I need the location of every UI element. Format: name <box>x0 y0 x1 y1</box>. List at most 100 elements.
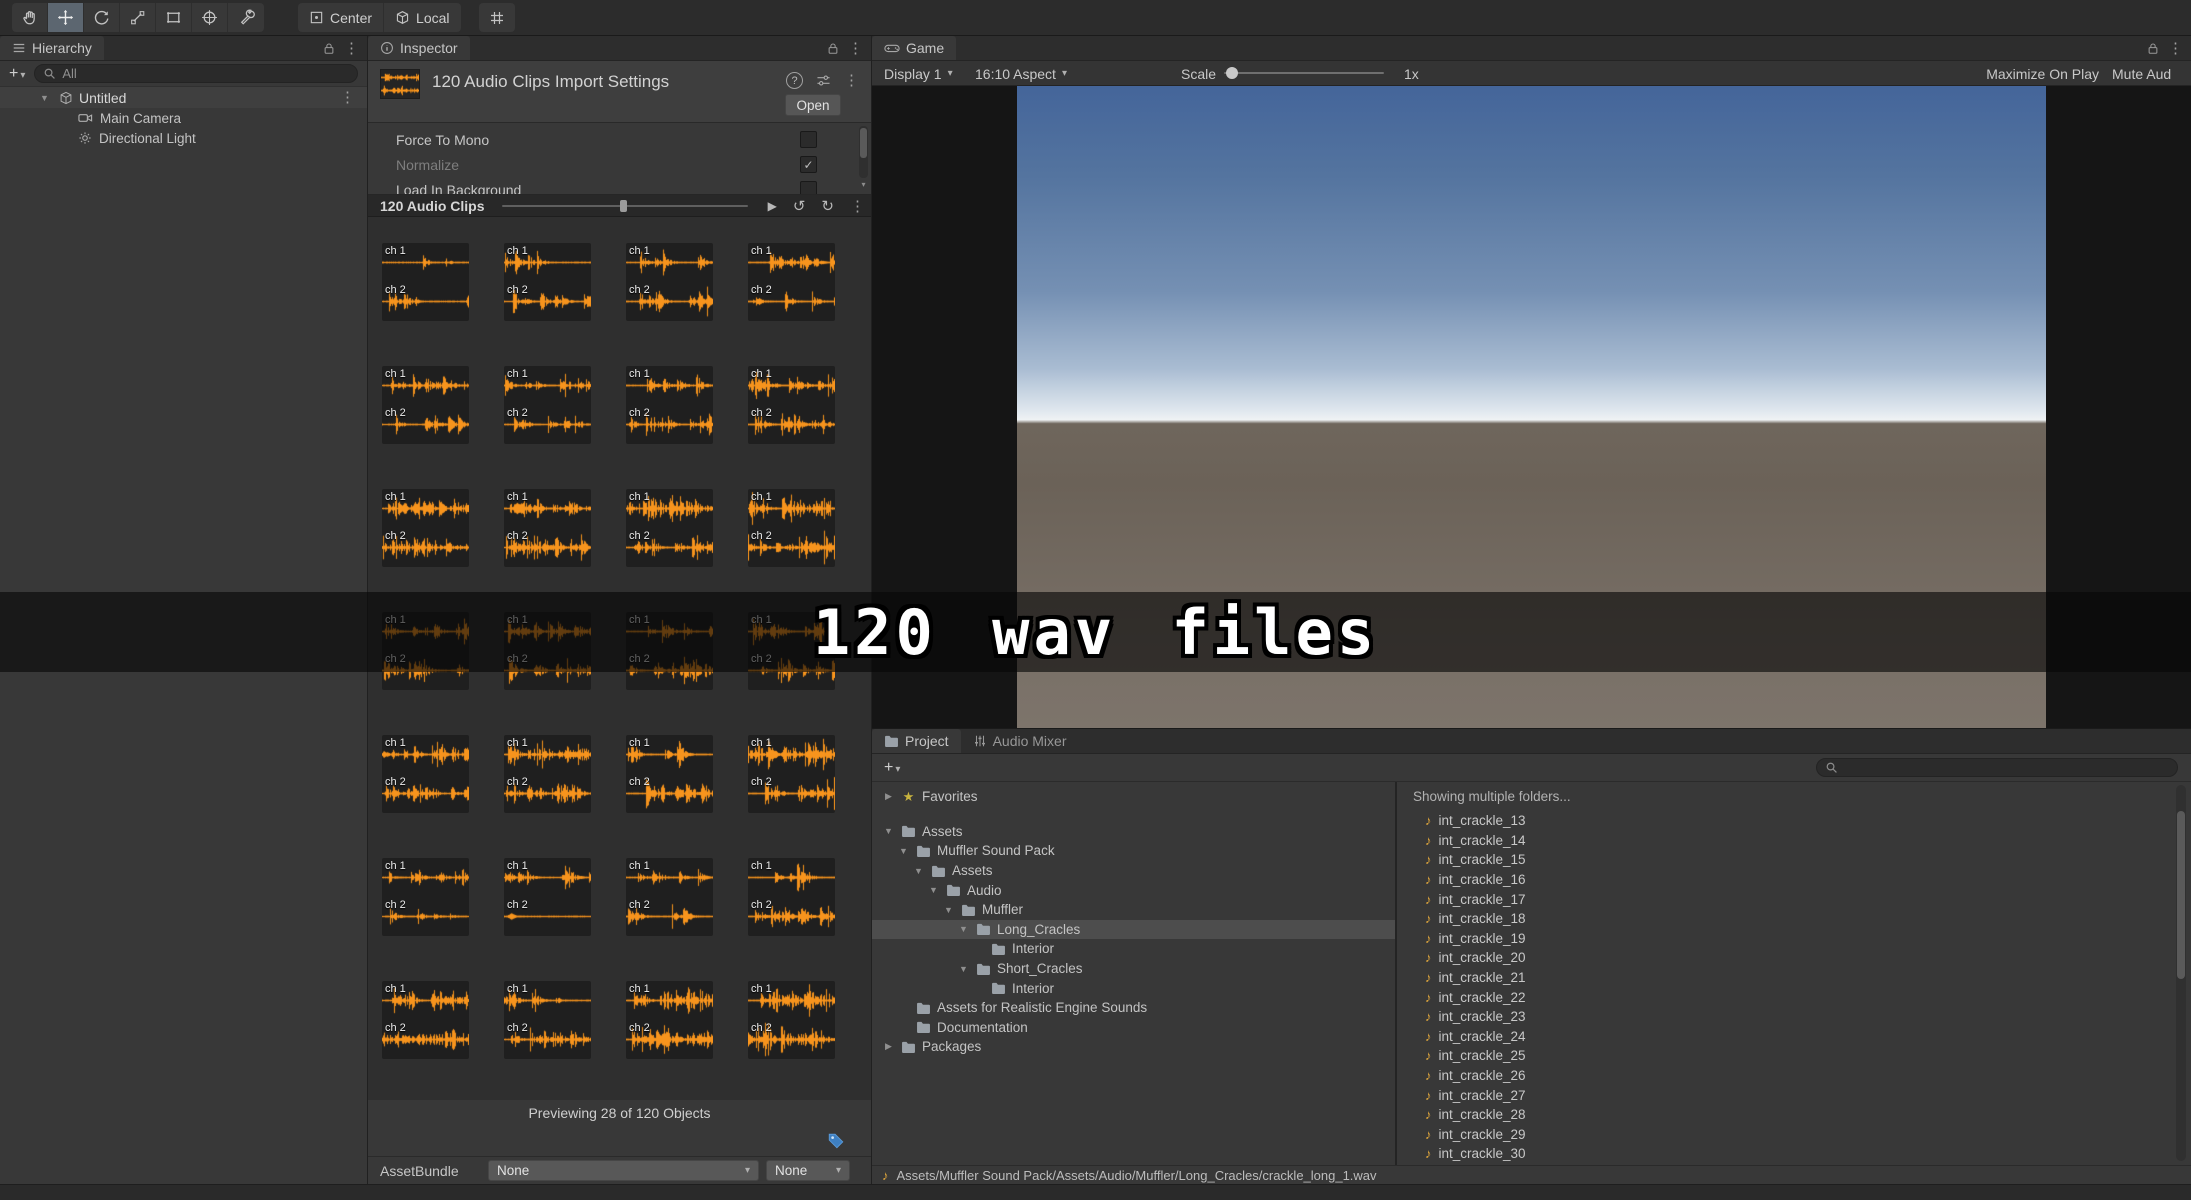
label-tag-icon[interactable] <box>827 1132 845 1150</box>
load-in-background-checkbox[interactable] <box>800 181 817 194</box>
file-item[interactable]: ♪ int_crackle_28 <box>1397 1105 2167 1125</box>
grid-snap-button[interactable] <box>478 3 515 32</box>
mute-audio-toggle[interactable]: Mute Audio <box>2112 61 2172 86</box>
project-tree-item[interactable]: ▼ Short_Cracles <box>872 959 1395 979</box>
play-icon[interactable]: ▶ <box>768 199 777 213</box>
file-list-scrollbar[interactable] <box>2176 785 2186 1161</box>
scale-slider[interactable] <box>1224 67 1384 79</box>
display-dropdown[interactable]: Display 1 ▾ <box>884 61 953 86</box>
rect-tool-button[interactable] <box>156 3 192 32</box>
project-tree-item[interactable]: ▶ ★ Favorites <box>872 787 1395 807</box>
file-item[interactable]: ♪ int_crackle_22 <box>1397 987 2167 1007</box>
orientation-button[interactable]: Local <box>384 3 460 32</box>
file-item[interactable]: ♪ int_crackle_20 <box>1397 948 2167 968</box>
audio-clip-preview[interactable]: ch 1 ch 2 <box>504 489 591 567</box>
file-item[interactable]: ♪ int_crackle_24 <box>1397 1027 2167 1047</box>
foldout-collapsed-icon[interactable]: ▶ <box>882 791 895 802</box>
file-item[interactable]: ♪ int_crackle_16 <box>1397 870 2167 890</box>
project-tree-item[interactable]: ▼ Assets <box>872 861 1395 881</box>
preview-menu-icon[interactable]: ⋮ <box>850 199 865 214</box>
project-tree-item[interactable]: Interior <box>872 978 1395 998</box>
project-tree-item[interactable]: ▼ Assets <box>872 822 1395 842</box>
audio-clip-preview[interactable]: ch 1 ch 2 <box>748 858 835 936</box>
audio-clip-preview[interactable]: ch 1 ch 2 <box>504 858 591 936</box>
refresh-icon[interactable]: ↻ <box>821 197 834 215</box>
hierarchy-search-input[interactable]: All <box>34 64 358 83</box>
audio-clip-preview[interactable]: ch 1 ch 2 <box>382 243 469 321</box>
audio-clip-preview[interactable]: ch 1 ch 2 <box>504 981 591 1059</box>
project-tree-item[interactable]: ▼ Muffler Sound Pack <box>872 841 1395 861</box>
loop-icon[interactable]: ↺ <box>793 197 806 215</box>
audio-clip-preview[interactable]: ch 1 ch 2 <box>626 489 713 567</box>
scene-row-untitled[interactable]: ▼ Untitled ⋮ <box>0 87 367 108</box>
create-object-button[interactable]: + ▾ <box>9 65 25 82</box>
file-item[interactable]: ♪ int_crackle_29 <box>1397 1125 2167 1145</box>
project-tree-item[interactable]: Assets for Realistic Engine Sounds <box>872 998 1395 1018</box>
audio-clip-preview[interactable]: ch 1 ch 2 <box>626 981 713 1059</box>
presets-icon[interactable] <box>816 74 831 87</box>
audio-clip-preview[interactable]: ch 1 ch 2 <box>626 243 713 321</box>
file-item[interactable]: ♪ int_crackle_19 <box>1397 929 2167 949</box>
lock-icon[interactable] <box>827 42 839 55</box>
custom-tool-button[interactable] <box>228 3 264 32</box>
audio-clip-preview[interactable]: ch 1 ch 2 <box>504 366 591 444</box>
help-icon[interactable]: ? <box>786 72 803 89</box>
pivot-mode-button[interactable]: Center <box>298 3 385 32</box>
audio-clip-preview[interactable]: ch 1 ch 2 <box>626 366 713 444</box>
project-search-input[interactable] <box>1816 758 2178 777</box>
transform-tool-button[interactable] <box>192 3 228 32</box>
foldout-collapsed-icon[interactable]: ▶ <box>882 1041 895 1052</box>
header-menu-icon[interactable]: ⋮ <box>844 73 859 88</box>
file-item[interactable]: ♪ int_crackle_27 <box>1397 1085 2167 1105</box>
audio-clip-preview[interactable]: ch 1 ch 2 <box>382 858 469 936</box>
project-tree-item[interactable]: ▶ Packages <box>872 1037 1395 1057</box>
audio-clip-preview[interactable]: ch 1 ch 2 <box>748 489 835 567</box>
audio-clip-preview[interactable]: ch 1 ch 2 <box>504 243 591 321</box>
scale-tool-button[interactable] <box>120 3 156 32</box>
move-tool-button[interactable] <box>48 3 84 32</box>
file-item[interactable]: ♪ int_crackle_13 <box>1397 811 2167 831</box>
file-item[interactable]: ♪ int_crackle_15 <box>1397 850 2167 870</box>
panel-menu-icon[interactable]: ⋮ <box>848 41 863 56</box>
audio-clip-preview[interactable]: ch 1 ch 2 <box>748 243 835 321</box>
panel-menu-icon[interactable]: ⋮ <box>344 41 359 56</box>
file-item[interactable]: ♪ int_crackle_18 <box>1397 909 2167 929</box>
hand-tool-button[interactable] <box>12 3 48 32</box>
panel-menu-icon[interactable]: ⋮ <box>2168 41 2183 56</box>
foldout-expanded-icon[interactable]: ▼ <box>957 964 970 974</box>
rotate-tool-button[interactable] <box>84 3 120 32</box>
file-item[interactable]: ♪ int_crackle_30 <box>1397 1144 2167 1164</box>
file-item[interactable]: ♪ int_crackle_14 <box>1397 831 2167 851</box>
project-tree-item[interactable]: Interior <box>872 939 1395 959</box>
lock-icon[interactable] <box>2147 42 2159 55</box>
scene-menu-icon[interactable]: ⋮ <box>340 90 355 105</box>
project-tree-item[interactable]: ▼ Long_Cracles <box>872 919 1395 940</box>
create-asset-button[interactable]: + ▾ <box>884 760 900 776</box>
foldout-expanded-icon[interactable]: ▼ <box>957 924 970 934</box>
tab-project[interactable]: Project <box>872 729 961 753</box>
scroll-down-icon[interactable]: ▾ <box>859 180 868 189</box>
open-button[interactable]: Open <box>785 94 841 116</box>
project-tree-item[interactable]: ▼ Muffler <box>872 900 1395 920</box>
scrollbar-thumb[interactable] <box>2177 811 2185 979</box>
audio-clip-preview[interactable]: ch 1 ch 2 <box>626 858 713 936</box>
foldout-expanded-icon[interactable]: ▼ <box>882 826 895 836</box>
audio-clip-preview[interactable]: ch 1 ch 2 <box>748 735 835 813</box>
audio-clip-preview[interactable]: ch 1 ch 2 <box>382 981 469 1059</box>
preview-zoom-slider[interactable] <box>502 200 748 212</box>
audio-clip-preview[interactable]: ch 1 ch 2 <box>626 735 713 813</box>
foldout-expanded-icon[interactable]: ▼ <box>40 93 53 103</box>
foldout-expanded-icon[interactable]: ▼ <box>927 885 940 895</box>
aspect-dropdown[interactable]: 16:10 Aspect ▾ <box>975 61 1067 86</box>
scrollbar-thumb[interactable] <box>860 128 867 158</box>
file-item[interactable]: ♪ int_crackle_21 <box>1397 968 2167 988</box>
hierarchy-item-main-camera[interactable]: Main Camera <box>0 108 367 128</box>
foldout-expanded-icon[interactable]: ▼ <box>897 846 910 856</box>
file-item[interactable]: ♪ int_crackle_23 <box>1397 1007 2167 1027</box>
file-item[interactable]: ♪ int_crackle_17 <box>1397 889 2167 909</box>
audio-clip-preview[interactable]: ch 1 ch 2 <box>748 981 835 1059</box>
foldout-expanded-icon[interactable]: ▼ <box>912 866 925 876</box>
tab-hierarchy[interactable]: Hierarchy <box>0 36 104 60</box>
lock-icon[interactable] <box>323 42 335 55</box>
file-item[interactable]: ♪ int_crackle_26 <box>1397 1066 2167 1086</box>
